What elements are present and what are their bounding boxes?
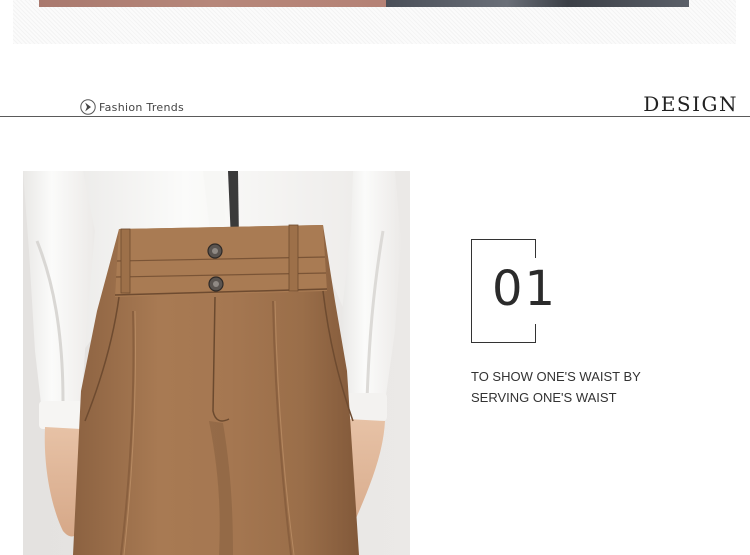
product-photo (23, 171, 410, 555)
chevron-right-circle-icon (80, 99, 96, 115)
banner-photo-strip (39, 0, 689, 7)
section-header: Fashion Trends DESIGN (0, 80, 750, 120)
feature-number: 01 (492, 259, 560, 319)
banner-photo-left (39, 0, 386, 7)
header-divider (0, 116, 750, 117)
feature-number-box: 01 (471, 239, 560, 343)
top-banner (13, 0, 736, 44)
banner-photo-right (386, 0, 689, 7)
feature-description-line-1: TO SHOW ONE'S WAIST BY (471, 369, 641, 384)
fashion-trends-label: Fashion Trends (99, 100, 185, 114)
feature-description-line-2: SERVING ONE'S WAIST (471, 390, 617, 405)
fashion-trends-tag: Fashion Trends (80, 99, 184, 115)
product-photo-illustration (23, 171, 410, 555)
section-title: DESIGN (643, 92, 738, 116)
feature-description: TO SHOW ONE'S WAIST BY SERVING ONE'S WAI… (471, 366, 681, 408)
